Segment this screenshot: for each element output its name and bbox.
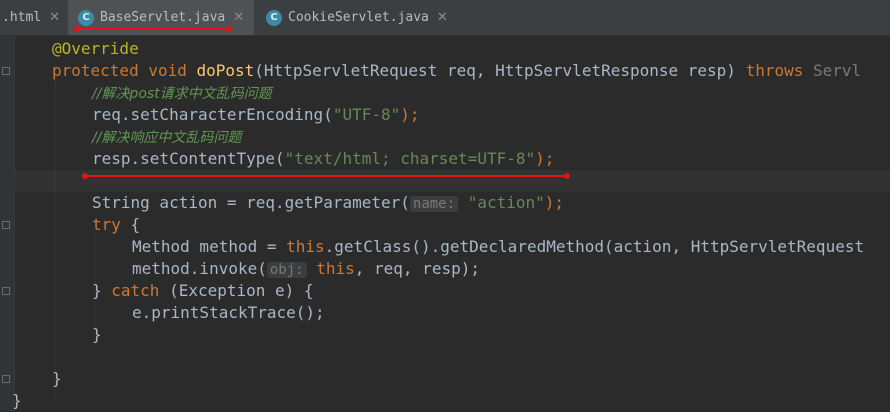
code-line-12[interactable]: } catch (Exception e) { xyxy=(92,280,314,302)
string-token: "text/html; charset=UTF-8" xyxy=(284,149,536,168)
fold-marker-icon[interactable] xyxy=(2,287,10,295)
code-line-4[interactable]: req.setCharacterEncoding("UTF-8"); xyxy=(92,104,420,126)
close-tab-icon[interactable]: ✕ xyxy=(233,10,244,25)
java-class-icon: C xyxy=(78,9,94,26)
code-text: resp.setContentType( xyxy=(92,149,285,168)
editor-gutter xyxy=(0,36,15,411)
code-text: } xyxy=(52,369,62,388)
tab-label: BaseServlet.java xyxy=(100,10,226,25)
code-line-9[interactable]: try { xyxy=(92,214,140,236)
code-text: .getClass().getDeclaredMethod(action, Ht… xyxy=(324,237,865,256)
tab-cookieservlet[interactable]: C CookieServlet.java ✕ xyxy=(256,0,456,35)
keyword-token: this xyxy=(286,237,325,256)
parameter-hint: name: xyxy=(409,196,459,212)
code-line-13[interactable]: e.printStackTrace(); xyxy=(132,302,325,324)
code-text: { xyxy=(120,215,141,234)
code-text: Method method = xyxy=(132,237,287,256)
editor-tab-bar: .html ✕ C BaseServlet.java ✕ C CookieSer… xyxy=(0,0,890,36)
keyword-token: throws xyxy=(745,61,804,80)
code-text: ); xyxy=(544,193,565,212)
code-line-14[interactable]: } xyxy=(92,324,102,346)
parameter-hint: obj: xyxy=(266,262,307,278)
code-text: (HttpServletRequest req, HttpServletResp… xyxy=(254,61,746,80)
java-class-icon: C xyxy=(266,9,282,26)
code-text: } xyxy=(92,281,112,300)
code-line-8[interactable]: String action = req.getParameter(name: "… xyxy=(92,192,564,214)
comment-token: //解决post请求中文乱码问题 xyxy=(92,86,272,102)
code-text: (Exception e) { xyxy=(159,281,314,300)
code-text: Servl xyxy=(803,61,862,80)
code-text: req.setCharacterEncoding( xyxy=(92,105,333,124)
tab-label: .html xyxy=(2,10,42,25)
red-annotation-underline xyxy=(74,26,232,32)
keyword-token: protected xyxy=(52,61,139,80)
fold-marker-icon[interactable] xyxy=(2,375,10,383)
string-token: "action" xyxy=(467,193,545,212)
close-tab-icon[interactable]: ✕ xyxy=(49,10,60,25)
keyword-token: void xyxy=(138,61,197,80)
code-line-17[interactable]: } xyxy=(12,390,22,412)
comment-token: //解决响应中文乱码问题 xyxy=(92,130,242,146)
keyword-token: this xyxy=(316,259,355,278)
fold-marker-icon[interactable] xyxy=(2,221,10,229)
code-line-2[interactable]: protected void doPost(HttpServletRequest… xyxy=(52,60,861,82)
code-line-5[interactable]: //解决响应中文乱码问题 xyxy=(92,126,241,148)
keyword-token: try xyxy=(92,215,121,234)
code-line-1[interactable]: @Override xyxy=(52,38,139,60)
tab-html-file[interactable]: .html ✕ xyxy=(0,0,66,35)
code-text: e.printStackTrace(); xyxy=(132,303,325,322)
code-line-6[interactable]: resp.setContentType("text/html; charset=… xyxy=(92,148,554,170)
indent-guide xyxy=(55,80,56,400)
fold-marker-icon[interactable] xyxy=(2,67,10,75)
code-line-16[interactable]: } xyxy=(52,368,62,390)
code-text: ); xyxy=(400,105,420,124)
keyword-token: catch xyxy=(111,281,160,300)
annotation-token: @Override xyxy=(52,39,139,58)
code-text: , req, resp); xyxy=(354,259,480,278)
method-name-token: doPost xyxy=(196,61,255,80)
code-text: ); xyxy=(535,149,555,168)
current-line-highlight xyxy=(15,170,890,192)
tab-label: CookieServlet.java xyxy=(288,10,429,25)
code-line-3[interactable]: //解决post请求中文乱码问题 xyxy=(92,82,272,104)
close-tab-icon[interactable]: ✕ xyxy=(437,10,448,25)
code-text: } xyxy=(12,391,22,410)
code-text: method.invoke( xyxy=(132,259,267,278)
code-text: } xyxy=(92,325,102,344)
red-annotation-underline xyxy=(82,173,570,179)
code-line-10[interactable]: Method method = this.getClass().getDecla… xyxy=(132,236,864,258)
code-text: String action = req.getParameter( xyxy=(92,193,410,212)
code-line-11[interactable]: method.invoke(obj: this, req, resp); xyxy=(132,258,480,280)
string-token: "UTF-8" xyxy=(332,105,401,124)
code-editor[interactable]: @Override protected void doPost(HttpServ… xyxy=(0,36,890,411)
